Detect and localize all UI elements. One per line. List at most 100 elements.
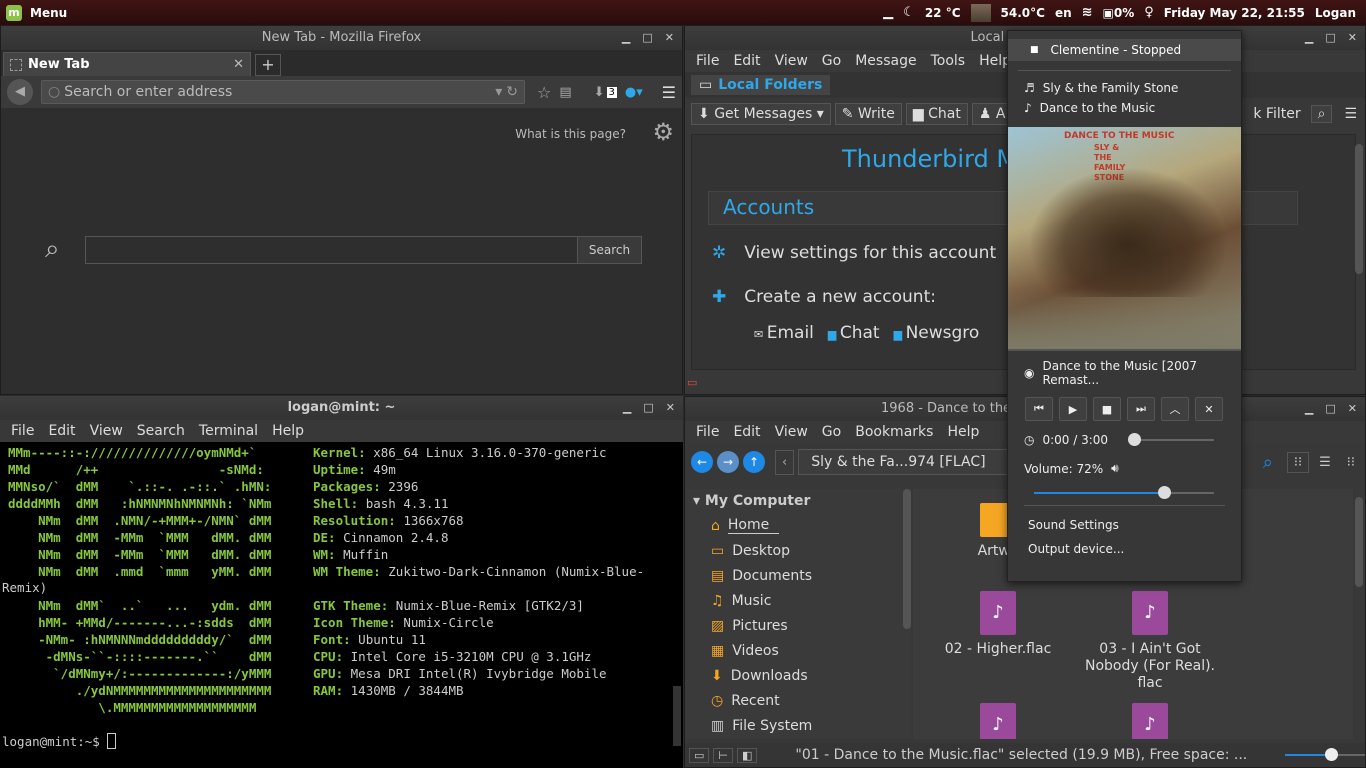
url-bar[interactable]: ○ Search or enter address ▾ ↻	[41, 80, 525, 104]
list-view-button[interactable]: ☰	[1313, 453, 1337, 472]
menu-help[interactable]: Help	[940, 424, 986, 440]
sidebar-item-pictures[interactable]: ▨ Pictures	[685, 613, 911, 638]
previous-button[interactable]: ⏮	[1025, 397, 1053, 421]
firefox-titlebar[interactable]: New Tab - Mozilla Firefox ▁ □ ✕	[1, 26, 682, 50]
menu-edit[interactable]: Edit	[726, 53, 767, 69]
user-menu[interactable]: Logan	[1315, 6, 1356, 20]
volume-slider[interactable]	[1034, 486, 1214, 499]
file-view-scrollbar[interactable]	[1355, 497, 1363, 587]
search-icon[interactable]: ⌕	[1310, 105, 1333, 123]
downloads-icon[interactable]: ⬇	[594, 85, 605, 100]
places-toggle-icon[interactable]: ▭	[689, 747, 710, 763]
scrollbar[interactable]	[1355, 144, 1363, 274]
quit-button[interactable]: ✕	[1195, 397, 1223, 421]
sidebar-item-desktop[interactable]: ▭ Desktop	[685, 538, 911, 563]
addon-icon[interactable]: ●▾	[625, 85, 643, 100]
bookmark-star-icon[interactable]: ☆	[537, 83, 551, 102]
menu-edit[interactable]: Edit	[726, 424, 767, 440]
menu-view[interactable]: View	[83, 423, 130, 439]
sidebar-item-downloads[interactable]: ⬇ Downloads	[685, 663, 911, 688]
tab-new-tab[interactable]: New Tab ✕	[3, 52, 251, 76]
file-item[interactable]: ♪ 03 - I Ain't Got Nobody (For Real). fl…	[1075, 591, 1225, 692]
menu-view[interactable]: View	[768, 424, 815, 440]
chat-button[interactable]: ▆ Chat	[905, 103, 968, 125]
close-button[interactable]: ✕	[1348, 397, 1357, 421]
new-chat-account-link[interactable]: ▆ Chat	[828, 323, 880, 343]
weather-temp[interactable]: 22 °C	[925, 6, 961, 20]
show-desktop-icon[interactable]: ▁	[883, 5, 893, 20]
menu-go[interactable]: Go	[815, 424, 848, 440]
menu-file[interactable]: File	[4, 423, 41, 439]
play-button[interactable]: ▶	[1059, 397, 1087, 421]
hamburger-menu-icon[interactable]: ☰	[1336, 106, 1365, 122]
clementine-header[interactable]: ■ Clementine - Stopped	[1008, 39, 1241, 61]
new-email-account-link[interactable]: ✉ Email	[754, 323, 814, 343]
search-icon[interactable]: ⌕	[1263, 452, 1273, 473]
menu-message[interactable]: Message	[848, 53, 923, 69]
menu-file[interactable]: File	[689, 53, 726, 69]
tab-local-folders[interactable]: ▭ Local Folders	[691, 75, 831, 95]
new-tab-button[interactable]: +	[255, 54, 281, 76]
maximize-button[interactable]: □	[1325, 26, 1335, 50]
get-messages-button[interactable]: ⬇ Get Messages ▾	[691, 103, 831, 125]
write-button[interactable]: ✎ Write	[834, 103, 902, 125]
menu-bookmarks[interactable]: Bookmarks	[848, 424, 940, 440]
quick-filter-button[interactable]: k Filter	[1253, 106, 1306, 122]
close-button[interactable]: ✕	[666, 396, 675, 420]
audio-file-icon[interactable]: ♪	[1132, 703, 1168, 739]
minimize-button[interactable]: ▁	[1305, 26, 1313, 50]
path-left-arrow-icon[interactable]: ‹	[775, 449, 795, 475]
compact-view-button[interactable]: ⁝⁝	[1341, 453, 1361, 472]
sidebar-item-file-system[interactable]: ▥ File System	[685, 713, 911, 738]
menu-view[interactable]: View	[768, 53, 815, 69]
file-item[interactable]: ♪ 02 - Higher.flac	[943, 591, 1053, 658]
terminal-titlebar[interactable]: logan@mint: ~ ▁ □ ✕	[0, 396, 683, 420]
tree-toggle-icon[interactable]: ⊢	[713, 747, 733, 763]
hide-sidebar-icon[interactable]: ◧	[737, 747, 758, 763]
web-search-box[interactable]: Search	[85, 236, 642, 264]
weather-moon-icon[interactable]: ☾	[903, 5, 915, 20]
menu-help[interactable]: Help	[265, 423, 311, 439]
maximize-button[interactable]: □	[1325, 397, 1335, 421]
sensor-applet-icon[interactable]	[970, 3, 991, 22]
audio-file-icon[interactable]: ♪	[980, 703, 1016, 739]
breadcrumb[interactable]: Sly & the Fa...974 [FLAC]	[798, 449, 1009, 475]
output-device-item[interactable]: Output device...	[1008, 542, 1241, 556]
close-button[interactable]: ✕	[1348, 26, 1357, 50]
sidebar-item-home[interactable]: ⌂ Home	[685, 513, 911, 538]
command-prompt[interactable]: logan@mint:~$	[2, 733, 117, 749]
icon-view-button[interactable]: ⁝⁝	[1286, 451, 1310, 473]
keyboard-layout[interactable]: en	[1055, 6, 1072, 20]
hamburger-menu-icon[interactable]: ☰	[662, 83, 676, 102]
sidebar-header[interactable]: ▾ My Computer	[685, 489, 911, 513]
minimize-button[interactable]: ▁	[1305, 397, 1313, 421]
wifi-icon[interactable]: ≋	[1082, 5, 1093, 20]
search-button[interactable]: Search	[577, 237, 641, 263]
minimize-button[interactable]: ▁	[622, 26, 630, 50]
eject-button[interactable]: ︿	[1161, 397, 1189, 421]
reload-icon[interactable]: ↻	[506, 84, 524, 100]
forward-button[interactable]: →	[717, 451, 739, 473]
close-button[interactable]: ✕	[665, 26, 674, 50]
what-is-this-link[interactable]: What is this page?	[515, 127, 626, 141]
zoom-slider[interactable]	[1285, 748, 1365, 761]
menu-go[interactable]: Go	[815, 53, 848, 69]
battery-indicator[interactable]: ▣0%	[1103, 6, 1135, 20]
lightbulb-icon[interactable]: ♀	[1144, 5, 1154, 20]
reading-list-icon[interactable]: ▤	[559, 85, 571, 100]
offline-status-icon[interactable]: ▭	[687, 376, 697, 389]
position-slider[interactable]	[1128, 433, 1215, 446]
up-button[interactable]: ↑	[743, 451, 765, 473]
gear-icon[interactable]: ⚙	[652, 118, 674, 146]
back-button[interactable]: ◀	[7, 79, 33, 105]
menu-search[interactable]: Search	[130, 423, 192, 439]
back-button[interactable]: ←	[691, 451, 713, 473]
next-button[interactable]: ⏭	[1127, 397, 1155, 421]
minimize-button[interactable]: ▁	[623, 396, 631, 420]
sidebar-item-documents[interactable]: ▤ Documents	[685, 563, 911, 588]
stop-button[interactable]: ■	[1093, 397, 1121, 421]
dropdown-arrow-icon[interactable]: ▾	[495, 84, 502, 100]
terminal-scrollbar[interactable]	[673, 686, 681, 746]
sidebar-item-recent[interactable]: ◷ Recent	[685, 688, 911, 713]
menu-terminal[interactable]: Terminal	[192, 423, 265, 439]
